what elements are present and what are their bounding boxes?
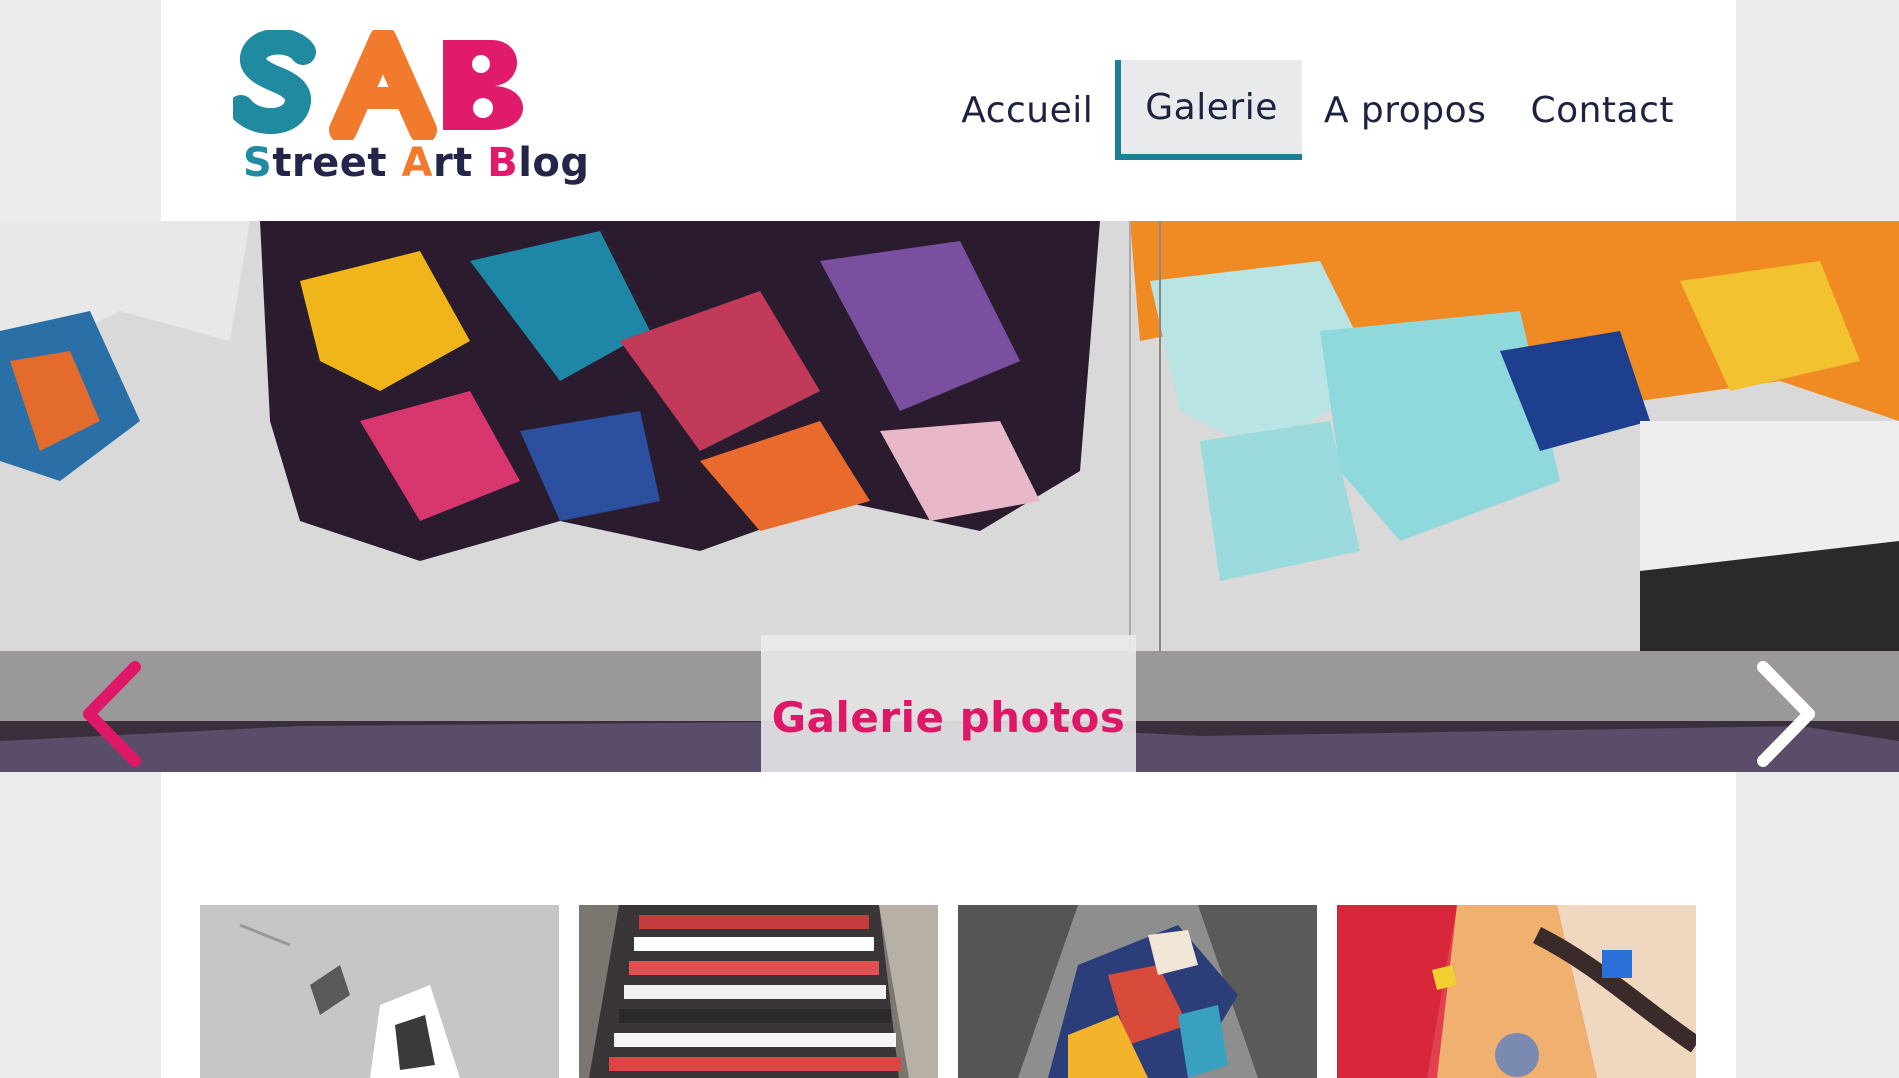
nav-item-galerie[interactable]: Galerie bbox=[1115, 60, 1302, 160]
nav-item-a-propos[interactable]: A propos bbox=[1302, 60, 1509, 160]
gallery-thumb-1[interactable] bbox=[200, 905, 559, 1078]
carousel-next-button[interactable] bbox=[1745, 659, 1825, 769]
gallery-image-3 bbox=[958, 905, 1317, 1078]
gallery-image-4 bbox=[1337, 905, 1696, 1078]
gallery-image-2 bbox=[579, 905, 938, 1078]
chevron-left-icon bbox=[83, 661, 141, 767]
chevron-right-icon bbox=[1757, 661, 1815, 767]
carousel-prev-button[interactable] bbox=[75, 659, 155, 769]
gallery-thumb-2[interactable] bbox=[579, 905, 938, 1078]
site-logo[interactable]: Street Art Blog bbox=[233, 30, 589, 195]
nav-item-contact[interactable]: Contact bbox=[1508, 60, 1696, 160]
nav-item-accueil[interactable]: Accueil bbox=[939, 60, 1115, 160]
hero-carousel: Galerie photos bbox=[0, 221, 1899, 772]
gallery-thumb-4[interactable] bbox=[1337, 905, 1696, 1078]
hero-title-box: Galerie photos bbox=[761, 635, 1136, 772]
gallery-image-1 bbox=[200, 905, 559, 1078]
sab-logo-graphic bbox=[233, 30, 524, 140]
main-nav: Accueil Galerie A propos Contact bbox=[939, 60, 1696, 160]
logo-tagline: Street Art Blog bbox=[243, 140, 590, 186]
gallery-thumb-3[interactable] bbox=[958, 905, 1317, 1078]
hero-title: Galerie photos bbox=[771, 693, 1126, 742]
site-header: Street Art Blog Accueil Galerie A propos… bbox=[161, 0, 1736, 221]
